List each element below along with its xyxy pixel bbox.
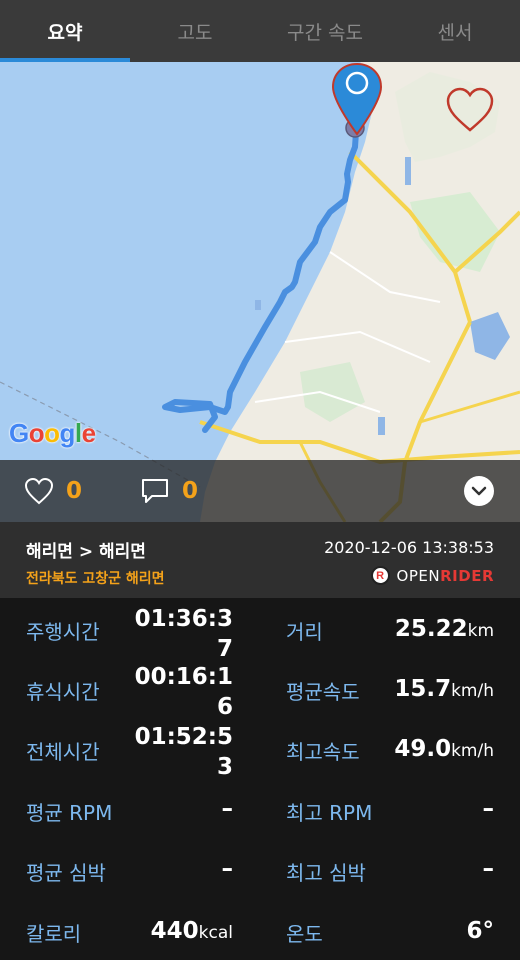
total-time-label: 전체시간 bbox=[26, 740, 100, 764]
openrider-r-icon: R bbox=[370, 566, 390, 585]
brand-rider-text: RIDER bbox=[440, 566, 494, 585]
heart-icon[interactable] bbox=[24, 477, 54, 505]
ride-time-label: 주행시간 bbox=[26, 620, 100, 644]
route-map[interactable]: Google bbox=[0, 62, 520, 522]
openrider-logo: R OPEN RIDER bbox=[370, 566, 494, 585]
social-bar: 0 0 bbox=[0, 460, 520, 522]
heart-outline-icon[interactable] bbox=[445, 87, 495, 133]
calories-label: 칼로리 bbox=[26, 922, 82, 946]
avg-rpm-label: 평균 RPM bbox=[26, 801, 113, 825]
like-count: 0 bbox=[66, 478, 83, 504]
tab-sensor[interactable]: 센서 bbox=[390, 0, 520, 62]
chevron-down-icon[interactable] bbox=[464, 476, 494, 506]
tab-summary[interactable]: 요약 bbox=[0, 0, 130, 62]
brand-open-text: OPEN bbox=[396, 566, 441, 585]
route-title: 해리면 > 해리면 bbox=[26, 542, 146, 562]
calories-value: 440kcal bbox=[150, 918, 233, 944]
google-logo: Google bbox=[9, 418, 96, 448]
rest-time-value: 00:16:16 bbox=[134, 664, 233, 720]
tab-segment-speed[interactable]: 구간 속도 bbox=[260, 0, 390, 62]
tab-bar: 요약 고도 구간 속도 센서 bbox=[0, 0, 520, 62]
ride-stats: 주행시간 01:36:37 거리 25.22km 휴식시간 00:16:16 평… bbox=[0, 598, 520, 960]
max-hr-value: – bbox=[482, 856, 495, 882]
max-rpm-value: – bbox=[482, 796, 495, 822]
ride-time-value: 01:36:37 bbox=[134, 606, 233, 662]
total-time-value: 01:52:53 bbox=[134, 724, 233, 780]
tab-elevation[interactable]: 고도 bbox=[130, 0, 260, 62]
temperature-value: 6° bbox=[466, 918, 494, 944]
ride-location: 전라북도 고창군 해리면 bbox=[26, 571, 165, 587]
like-group[interactable]: 0 bbox=[24, 477, 82, 505]
avg-rpm-value: – bbox=[221, 796, 234, 822]
avg-hr-label: 평균 심박 bbox=[26, 861, 106, 885]
avg-hr-value: – bbox=[221, 856, 234, 882]
max-speed-value: 49.0km/h bbox=[394, 736, 494, 762]
comment-icon[interactable] bbox=[140, 477, 170, 505]
distance-value: 25.22km bbox=[394, 616, 494, 642]
comment-group[interactable]: 0 bbox=[140, 477, 198, 505]
ride-info: 해리면 > 해리면 2020-12-06 13:38:53 전라북도 고창군 해… bbox=[0, 522, 520, 598]
rest-time-label: 휴식시간 bbox=[26, 680, 100, 704]
ride-datetime: 2020-12-06 13:38:53 bbox=[324, 538, 494, 557]
map-canvas bbox=[0, 62, 520, 522]
location-pin-icon[interactable] bbox=[330, 62, 384, 138]
avg-speed-value: 15.7km/h bbox=[394, 676, 494, 702]
comment-count: 0 bbox=[182, 478, 199, 504]
